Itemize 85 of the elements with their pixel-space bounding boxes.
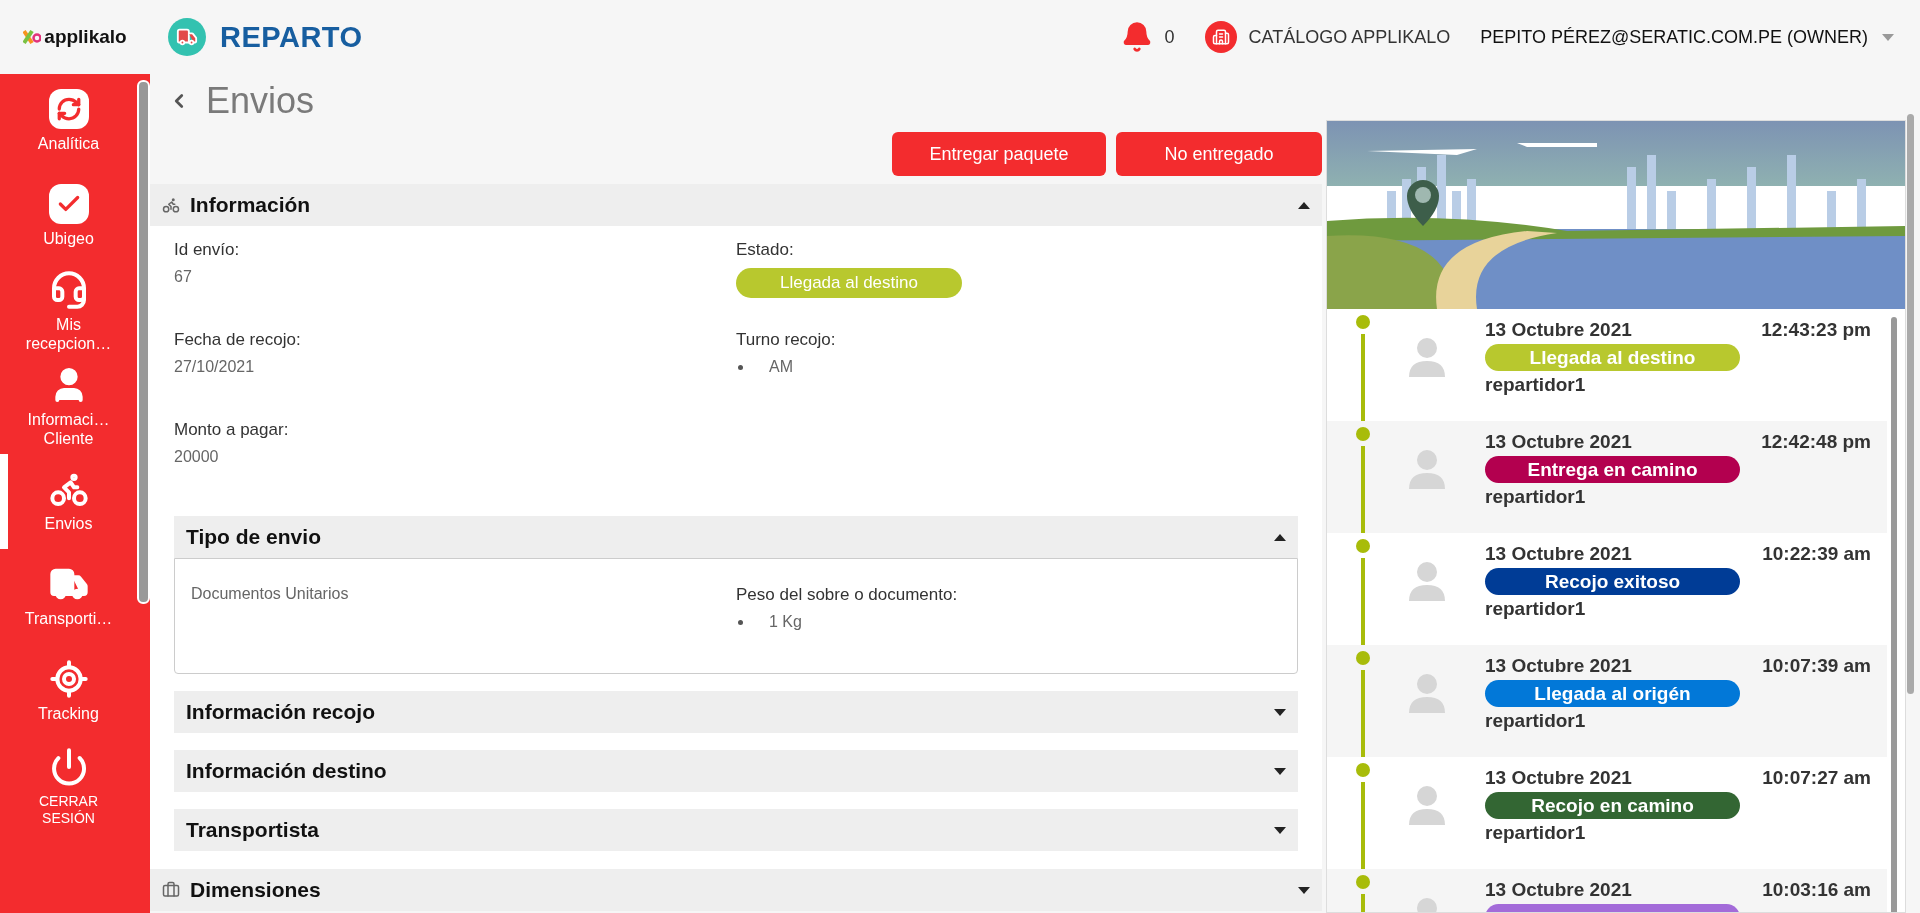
delivery-truck-icon	[168, 18, 206, 56]
field-value: 67	[174, 268, 193, 286]
sync-icon	[48, 89, 89, 130]
event-time: 12:43:23 pm	[1761, 318, 1871, 342]
sidebar-item[interactable]: Informaci… Cliente	[0, 359, 137, 454]
event-time: 10:07:39 am	[1762, 654, 1871, 678]
event-user: repartidor1	[1485, 486, 1587, 508]
event-date: 13 Octubre 2021	[1485, 767, 1633, 789]
field-value: 1 Kg	[736, 613, 1281, 631]
caret-icon	[1298, 886, 1310, 894]
building-icon[interactable]	[1204, 21, 1237, 53]
section-header[interactable]: Información destino	[174, 750, 1298, 792]
page-title: Envios	[206, 80, 315, 122]
timeline-dot	[1356, 427, 1370, 441]
event-user: repartidor1	[1485, 598, 1587, 620]
action-button[interactable]: Entregar paquete	[892, 132, 1106, 176]
avatar-icon	[1409, 337, 1445, 377]
event-user: repartidor1	[1485, 822, 1587, 844]
avatar-icon	[1409, 785, 1445, 825]
check-icon	[48, 184, 89, 225]
event-date: 13 Octubre 2021	[1485, 431, 1633, 453]
caret-icon	[1274, 533, 1286, 541]
avatar-icon	[1409, 673, 1445, 713]
timeline-dot	[1356, 763, 1370, 777]
event-date: 13 Octubre 2021	[1485, 319, 1633, 341]
avatar-icon	[1409, 449, 1445, 489]
sidebar-item[interactable]: Mis recepcion…	[0, 264, 137, 359]
event-date: 13 Octubre 2021	[1485, 543, 1633, 565]
section-header[interactable]: Tipo de envio	[174, 516, 1298, 558]
status-badge: Llegada al destino	[1485, 344, 1740, 371]
status-badge: Llegada al destino	[736, 268, 962, 298]
field-value: 27/10/2021	[174, 358, 256, 376]
caret-icon	[1298, 201, 1310, 209]
catalog-link[interactable]: CATÁLOGO APPLIKALO	[1248, 26, 1451, 48]
field-value: AM	[736, 358, 1298, 376]
field-label: Peso del sobre o documento:	[736, 585, 959, 605]
action-button[interactable]: No entregado	[1116, 132, 1322, 176]
scrollbar[interactable]	[1891, 317, 1897, 912]
field-value: 20000	[174, 448, 220, 466]
timeline-dot	[1356, 651, 1370, 665]
event-time: 12:42:48 pm	[1761, 430, 1871, 454]
status-badge: Recojo en camino	[1485, 792, 1740, 819]
timeline-dot	[1356, 315, 1370, 329]
field-label: Estado:	[736, 240, 795, 260]
event-date: 13 Octubre 2021	[1485, 879, 1633, 901]
field-label: Monto a pagar:	[174, 420, 290, 440]
caret-icon	[1274, 767, 1286, 775]
section-header[interactable]: Dimensiones	[150, 869, 1322, 911]
notification-count: 0	[1164, 26, 1175, 48]
timeline-dot	[1356, 875, 1370, 889]
event-date: 13 Octubre 2021	[1485, 655, 1633, 677]
status-badge: Recojo exitoso	[1485, 568, 1740, 595]
sidebar-item[interactable]: Transporti…	[0, 549, 137, 644]
scrollbar[interactable]	[1907, 114, 1914, 694]
timeline-dot	[1356, 539, 1370, 553]
sidebar-item[interactable]: Envios	[0, 454, 137, 549]
sidebar-item[interactable]: CERRAR SESIÓN	[0, 739, 137, 834]
event-time: 10:22:39 am	[1762, 542, 1871, 566]
sidebar-item[interactable]: Tracking	[0, 644, 137, 739]
field-label: Id envío:	[174, 240, 241, 260]
avatar-icon	[1409, 561, 1445, 601]
field-label: Fecha de recojo:	[174, 330, 302, 350]
field-value: Documentos Unitarios	[191, 585, 350, 603]
event-user: repartidor1	[1485, 710, 1587, 732]
event-time: 10:03:16 am	[1762, 878, 1871, 902]
scrollbar[interactable]	[137, 80, 150, 604]
user-menu[interactable]: PEPITO PÉREZ@SERATIC.COM.PE (OWNER)	[1480, 26, 1868, 48]
status-badge: Llegada al origén	[1485, 680, 1740, 707]
section-header[interactable]: Información	[150, 184, 1322, 226]
status-badge: Entrega en camino	[1485, 456, 1740, 483]
section-header[interactable]: Transportista	[174, 809, 1298, 851]
app-title: REPARTO	[220, 20, 363, 54]
sidebar-item[interactable]: Analítica	[0, 74, 137, 169]
target-icon	[48, 659, 89, 700]
dropdown-caret-icon[interactable]	[1882, 33, 1894, 41]
logo-text: applikalo	[44, 26, 127, 48]
caret-icon	[1274, 826, 1286, 834]
field-label: Turno recojo:	[736, 330, 837, 350]
event-user: repartidor1	[1485, 374, 1587, 396]
sidebar-item[interactable]: Ubigeo	[0, 169, 137, 264]
caret-icon	[1274, 708, 1286, 716]
briefcase-icon	[162, 881, 180, 899]
event-time: 10:07:27 am	[1762, 766, 1871, 790]
logo-icon	[23, 29, 42, 45]
section-header[interactable]: Información recojo	[174, 691, 1298, 733]
